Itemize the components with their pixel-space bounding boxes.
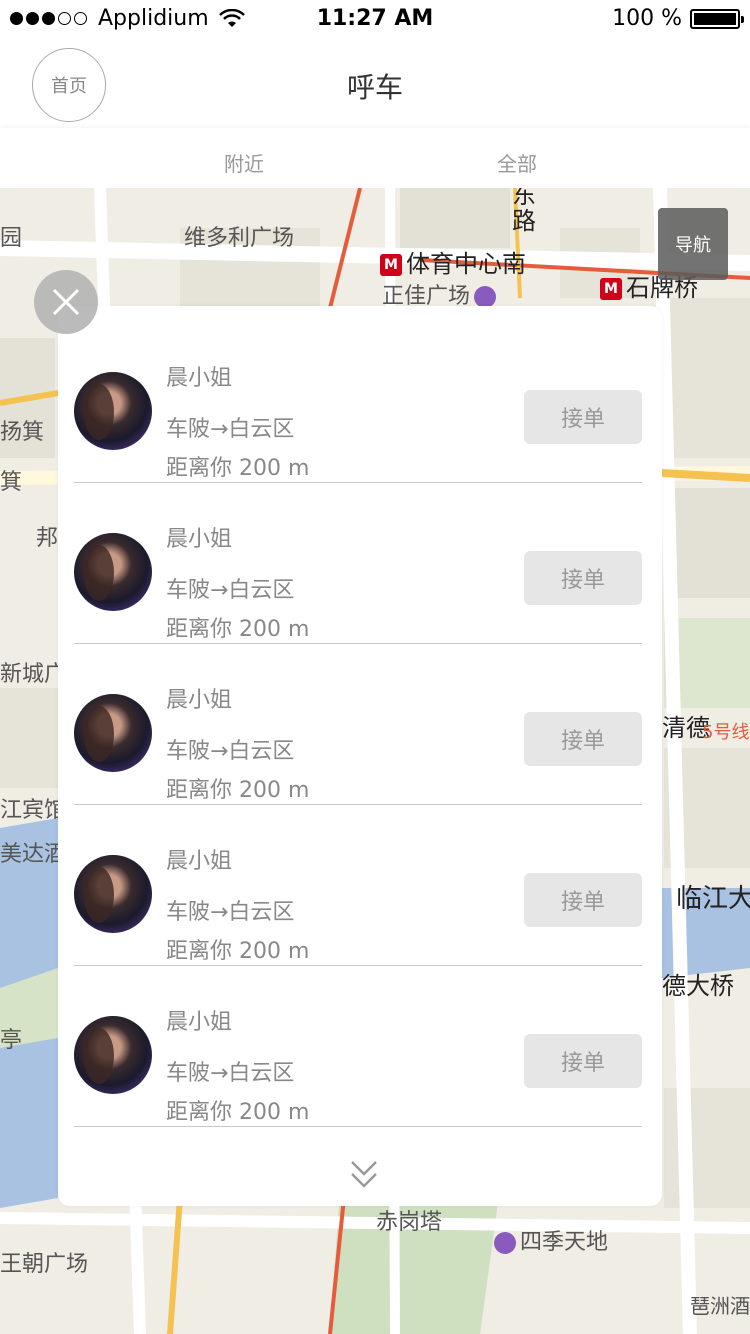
map-label-victoria: 维多利广场 [184, 226, 295, 251]
map-label-bang: 邦 [36, 526, 59, 551]
chevron-double-down-icon[interactable] [344, 1154, 384, 1194]
map-label-line5: 5号线 [702, 722, 750, 743]
shopping-icon [494, 1232, 516, 1254]
map-label-pazhou: 琶洲酒 [690, 1294, 750, 1318]
avatar [74, 855, 152, 933]
avatar [74, 372, 152, 450]
order-route: 车陂→白云区 [166, 739, 295, 764]
page-title: 呼车 [346, 71, 403, 104]
order-distance: 距离你 200 m [166, 939, 310, 964]
shopping-icon [474, 286, 497, 308]
battery-percent: 100 % [612, 6, 682, 31]
avatar [74, 694, 152, 772]
accept-order-button[interactable]: 接单 [524, 1034, 642, 1088]
order-list-panel: 晨小姐 车陂→白云区 距离你 200 m 接单 晨小姐 车陂→白云区 距离你 2… [58, 306, 662, 1206]
order-distance: 距离你 200 m [166, 1100, 310, 1125]
order-distance: 距离你 200 m [166, 456, 310, 481]
nav-bar: 首页 呼车 [0, 40, 750, 128]
order-route: 车陂→白云区 [166, 1061, 295, 1086]
map-label-siji: 四季天地 [494, 1224, 608, 1256]
map-label-tiyu-metro: M 体育中心南 [380, 244, 526, 279]
battery-icon [690, 8, 744, 29]
metro-icon: M [380, 254, 402, 276]
order-item[interactable]: 晨小姐 车陂→白云区 距离你 200 m 接单 [74, 805, 642, 966]
status-right: 100 % [612, 6, 744, 31]
order-name: 晨小姐 [166, 527, 233, 552]
order-distance: 距离你 200 m [166, 617, 310, 642]
order-name: 晨小姐 [166, 849, 233, 874]
order-item[interactable]: 晨小姐 车陂→白云区 距离你 200 m 接单 [74, 966, 642, 1127]
close-icon [52, 288, 80, 316]
avatar [74, 533, 152, 611]
order-route: 车陂→白云区 [166, 578, 295, 603]
close-button[interactable] [34, 270, 98, 334]
order-name: 晨小姐 [166, 688, 233, 713]
order-distance: 距离你 200 m [166, 778, 310, 803]
map-label-ting: 亭 [0, 1028, 23, 1053]
map-label-linjiang: 临江大 [676, 884, 750, 914]
map-label-meida: 美达酒 [0, 842, 67, 867]
status-bar: Applidium 11:27 AM 100 % [0, 0, 750, 40]
metro-icon: M [600, 278, 622, 300]
tab-bar: 附近 全部 [0, 128, 750, 188]
accept-order-button[interactable]: 接单 [524, 873, 642, 927]
map-label-road: 东路 [512, 188, 536, 235]
map-label-park: 园 [0, 226, 23, 251]
map-label-chuanbin1: 扬箕 [0, 420, 45, 445]
tab-all[interactable]: 全部 [497, 148, 537, 177]
map-label-jiang-hotel: 江宾馆 [0, 798, 67, 823]
order-item[interactable]: 晨小姐 车陂→白云区 距离你 200 m 接单 [74, 322, 642, 483]
order-name: 晨小姐 [166, 1010, 233, 1035]
order-name: 晨小姐 [166, 366, 233, 391]
order-item[interactable]: 晨小姐 车陂→白云区 距离你 200 m 接单 [74, 644, 642, 805]
map-label-chigang: 赤岗塔 [376, 1210, 443, 1235]
map-label-xincheng: 新城广 [0, 662, 67, 687]
order-route: 车陂→白云区 [166, 417, 295, 442]
navigation-button[interactable]: 导航 [658, 208, 728, 280]
accept-order-button[interactable]: 接单 [524, 712, 642, 766]
accept-order-button[interactable]: 接单 [524, 551, 642, 605]
accept-order-button[interactable]: 接单 [524, 390, 642, 444]
map-label-chuanbin2: 箕 [0, 470, 23, 495]
map-label-daqiao: 德大桥 [662, 972, 734, 1000]
order-item[interactable]: 晨小姐 车陂→白云区 距离你 200 m 接单 [74, 483, 642, 644]
tab-nearby[interactable]: 附近 [224, 148, 264, 177]
order-route: 车陂→白云区 [166, 900, 295, 925]
map-label-chaoguang: 王朝广场 [0, 1252, 89, 1277]
avatar [74, 1016, 152, 1094]
